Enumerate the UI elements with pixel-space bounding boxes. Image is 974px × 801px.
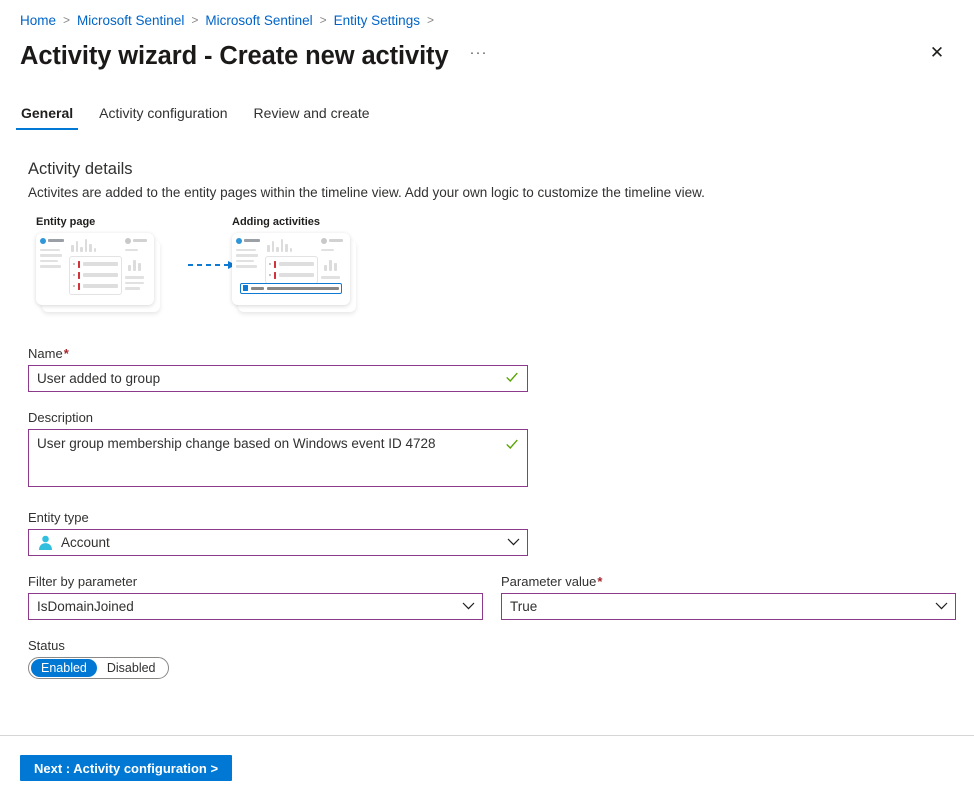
person-icon (125, 238, 131, 244)
field-filter-by-parameter: Filter by parameter IsDomainJoined (28, 574, 483, 620)
next-activity-configuration-button[interactable]: Next : Activity configuration > (20, 755, 232, 781)
tab-review-and-create[interactable]: Review and create (241, 105, 383, 130)
title-placeholder-bar (244, 239, 260, 242)
breadcrumb-item-microsoft-sentinel-2[interactable]: Microsoft Sentinel (205, 13, 312, 28)
field-name: Name* (28, 346, 974, 392)
entity-page-card (36, 233, 154, 305)
field-parameter-value: Parameter value* True (501, 574, 956, 620)
required-marker: * (597, 574, 602, 589)
breadcrumb-separator-icon: > (63, 13, 70, 27)
more-options-icon[interactable]: ··· (465, 42, 493, 70)
adding-activities-card (232, 233, 350, 305)
breadcrumb: Home > Microsoft Sentinel > Microsoft Se… (0, 0, 974, 30)
filter-by-parameter-label: Filter by parameter (28, 574, 483, 589)
chevron-down-icon (462, 602, 475, 610)
bar-chart-icon (324, 259, 346, 271)
account-person-icon (37, 534, 54, 551)
filter-by-parameter-select[interactable]: IsDomainJoined (28, 593, 483, 620)
timeline-row (73, 283, 118, 290)
filter-by-parameter-value: IsDomainJoined (37, 599, 134, 614)
title-placeholder-bar (48, 239, 64, 242)
illustration-entity-page: Entity page (36, 216, 154, 305)
timeline-row (269, 272, 314, 279)
tab-general-label: General (21, 105, 73, 121)
person-icon (236, 238, 242, 244)
timeline-row (269, 261, 314, 268)
breadcrumb-item-microsoft-sentinel-1[interactable]: Microsoft Sentinel (77, 13, 184, 28)
person-icon (321, 238, 327, 244)
illustration-entity-page-label: Entity page (36, 216, 154, 228)
parameter-value-label: Parameter value* (501, 574, 956, 589)
footer-bar: Next : Activity configuration > (20, 755, 232, 781)
close-icon[interactable]: ✕ (921, 36, 953, 68)
chevron-down-icon (507, 538, 520, 546)
entity-type-select[interactable]: Account (28, 529, 528, 556)
new-activity-highlight-row (240, 283, 342, 294)
breadcrumb-separator-icon: > (427, 13, 434, 27)
breadcrumb-separator-icon: > (320, 13, 327, 27)
parameter-value-value: True (510, 599, 537, 614)
entity-card-left-column (40, 238, 66, 300)
section-description: Activites are added to the entity pages … (28, 184, 974, 202)
timeline-illustration: Entity page (28, 216, 388, 328)
timeline-activity-list (265, 256, 318, 284)
bar-chart-icon (128, 259, 150, 271)
breadcrumb-item-home[interactable]: Home (20, 13, 56, 28)
tab-review-and-create-label: Review and create (254, 105, 370, 121)
field-status: Status Enabled Disabled (28, 638, 974, 679)
entity-card-right-column (125, 238, 150, 300)
person-icon (40, 238, 46, 244)
title-placeholder-bar (133, 239, 147, 242)
name-label: Name* (28, 346, 974, 361)
activity-icon (243, 285, 248, 291)
entity-card-middle-column (69, 238, 122, 300)
description-label: Description (28, 410, 974, 425)
status-toggle[interactable]: Enabled Disabled (28, 657, 169, 679)
illustration-adding-activities: Adding activities (232, 216, 350, 305)
status-label: Status (28, 638, 974, 653)
tab-bar: General Activity configuration Review an… (0, 94, 974, 130)
tab-general[interactable]: General (8, 105, 86, 130)
field-entity-type: Entity type Account (28, 510, 974, 556)
tab-activity-configuration[interactable]: Activity configuration (86, 105, 240, 130)
required-marker: * (64, 346, 69, 361)
tab-activity-configuration-label: Activity configuration (99, 105, 227, 121)
bar-chart-icon (267, 239, 318, 252)
timeline-activity-list (69, 256, 122, 295)
parameter-value-select[interactable]: True (501, 593, 956, 620)
entity-type-label: Entity type (28, 510, 974, 525)
footer-divider (0, 735, 974, 736)
status-option-disabled[interactable]: Disabled (97, 659, 166, 677)
bar-chart-icon (71, 239, 122, 252)
name-input[interactable] (28, 365, 528, 392)
description-textarea[interactable] (28, 429, 528, 487)
main-content: Activity details Activites are added to … (0, 160, 974, 679)
breadcrumb-separator-icon: > (191, 13, 198, 27)
page-title: Activity wizard - Create new activity (20, 42, 449, 71)
title-bar: Activity wizard - Create new activity ··… (0, 30, 974, 78)
chevron-down-icon (935, 602, 948, 610)
status-option-enabled[interactable]: Enabled (31, 659, 97, 677)
breadcrumb-item-entity-settings[interactable]: Entity Settings (334, 13, 420, 28)
section-title: Activity details (28, 160, 974, 179)
timeline-row (73, 261, 118, 268)
illustration-adding-activities-label: Adding activities (232, 216, 350, 228)
entity-type-value: Account (61, 535, 110, 550)
timeline-row (73, 272, 118, 279)
field-description: Description (28, 410, 974, 492)
title-placeholder-bar (329, 239, 343, 242)
parameter-row: Filter by parameter IsDomainJoined Param… (28, 574, 974, 620)
